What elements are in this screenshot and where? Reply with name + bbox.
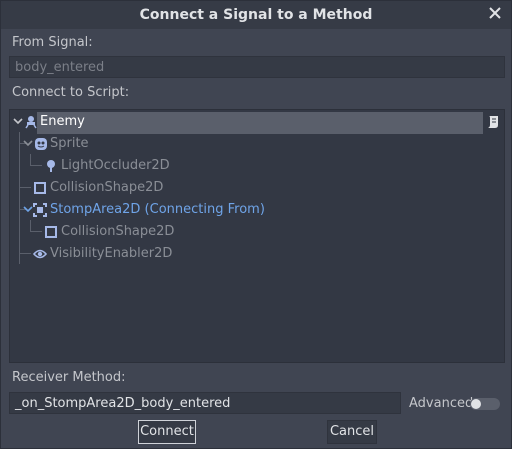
tree-row[interactable]: Sprite	[10, 133, 504, 155]
advanced-label: Advanced	[409, 396, 474, 411]
tree-row[interactable]: Enemy	[10, 111, 504, 134]
connect-to-script-label: Connect to Script:	[12, 85, 130, 100]
tree-row[interactable]: VisibilityEnabler2D	[10, 243, 504, 265]
receiver-method-value: _on_StompArea2D_body_entered	[15, 396, 231, 411]
chevron-down-icon[interactable]	[23, 138, 33, 148]
tree-item-label: Sprite	[50, 136, 89, 151]
tree-row[interactable]: StompArea2D (Connecting From)	[10, 199, 504, 221]
tree-row[interactable]: CollisionShape2D	[10, 221, 504, 243]
receiver-method-input[interactable]: _on_StompArea2D_body_entered	[9, 392, 401, 414]
connect-button[interactable]: Connect	[138, 420, 196, 444]
close-icon[interactable]	[487, 5, 503, 21]
title-bar: Connect a Signal to a Method	[1, 1, 511, 29]
toggle-knob	[471, 399, 481, 409]
signal-field: body_entered	[9, 56, 505, 78]
kinematic-body-icon	[25, 116, 37, 129]
tree-row[interactable]: CollisionShape2D	[10, 177, 504, 199]
tree-row[interactable]: LightOccluder2D	[10, 155, 504, 177]
connect-signal-dialog: Connect a Signal to a Method From Signal…	[0, 0, 512, 449]
tree-item-label: Enemy	[40, 114, 85, 129]
tree-item-label: StompArea2D (Connecting From)	[50, 202, 265, 217]
chevron-down-icon[interactable]	[13, 116, 23, 126]
tree-item-label: LightOccluder2D	[61, 158, 170, 173]
selection-highlight	[37, 112, 483, 134]
advanced-toggle[interactable]	[470, 398, 500, 410]
collision-shape-icon	[45, 226, 57, 238]
script-icon[interactable]	[486, 115, 500, 129]
tree-item-label: CollisionShape2D	[61, 224, 175, 239]
dialog-title: Connect a Signal to a Method	[139, 7, 373, 23]
from-signal-label: From Signal:	[12, 35, 93, 50]
light-occluder-icon	[47, 160, 55, 172]
visibility-enabler-icon	[33, 249, 47, 259]
cancel-button[interactable]: Cancel	[327, 420, 377, 444]
sprite-icon	[35, 138, 47, 150]
chevron-down-icon[interactable]	[23, 204, 33, 214]
collision-shape-icon	[34, 182, 46, 194]
tree-item-label: VisibilityEnabler2D	[50, 246, 173, 261]
area2d-icon	[33, 203, 47, 217]
receiver-method-label: Receiver Method:	[12, 370, 126, 385]
signal-value: body_entered	[15, 60, 105, 75]
tree-item-label: CollisionShape2D	[50, 180, 164, 195]
node-tree[interactable]: Enemy Sprite LightOccluder2D CollisionSh…	[9, 109, 505, 363]
